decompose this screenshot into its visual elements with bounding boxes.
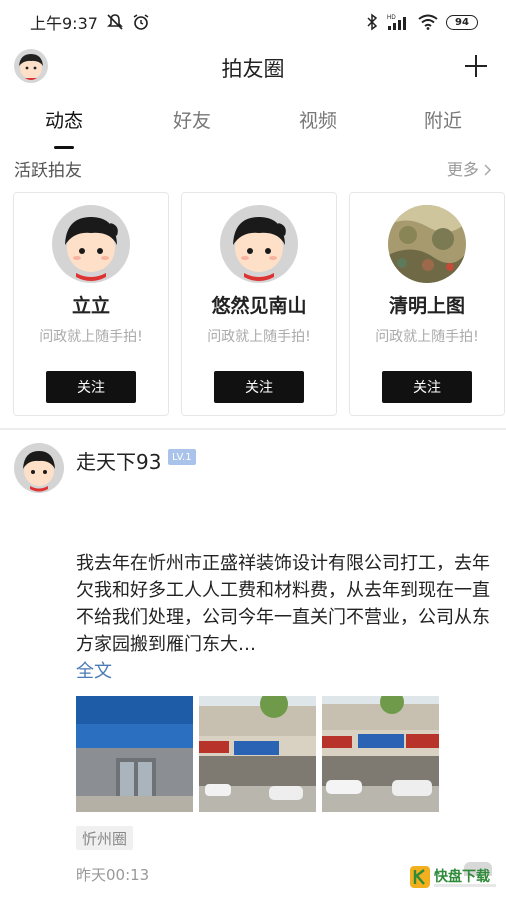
card-subtitle: 问政就上随手拍! xyxy=(39,329,143,345)
tab-nearby[interactable]: 附近 xyxy=(398,106,488,133)
post-text: 我去年在忻州市正盛祥装饰设计有限公司打工，去年欠我和好多工人人工费和材料费，从去… xyxy=(76,553,490,655)
wifi-icon xyxy=(418,14,438,30)
follow-button[interactable]: 关注 xyxy=(46,371,136,403)
svg-text:HD: HD xyxy=(387,15,396,21)
chevron-right-icon xyxy=(484,164,492,176)
card-subtitle: 问政就上随手拍! xyxy=(207,329,311,345)
status-bar: 上午9:37 HD 94 xyxy=(0,0,506,44)
battery-indicator: 94 xyxy=(446,14,478,30)
svg-text:快盘下载: 快盘下载 xyxy=(434,868,490,885)
card-name: 清明上图 xyxy=(388,295,465,317)
tab-videos[interactable]: 视频 xyxy=(273,106,363,133)
mute-icon xyxy=(107,14,123,30)
add-icon[interactable] xyxy=(460,50,492,82)
watermark-logo: 快盘下载 xyxy=(410,866,496,888)
post-author-avatar[interactable] xyxy=(14,443,64,493)
section-divider xyxy=(0,428,506,430)
photographer-card[interactable]: 清明上图 问政就上随手拍! 关注 xyxy=(349,192,505,416)
tab-friends[interactable]: 好友 xyxy=(147,106,237,133)
post-image[interactable] xyxy=(322,696,439,812)
alarm-icon xyxy=(133,14,149,30)
card-subtitle: 问政就上随手拍! xyxy=(375,329,479,345)
card-name: 立立 xyxy=(71,295,110,317)
user-avatar[interactable] xyxy=(14,49,48,83)
post-image[interactable] xyxy=(76,696,193,812)
bluetooth-icon xyxy=(367,13,378,31)
signal-icon: HD xyxy=(387,15,406,30)
post-timestamp: 昨天00:13 xyxy=(76,866,150,884)
avatar[interactable] xyxy=(52,205,130,283)
photographer-card[interactable]: 立立 问政就上随手拍! 关注 xyxy=(13,192,169,416)
read-more-link[interactable]: 全文 xyxy=(76,657,112,683)
tab-dynamics[interactable]: 动态 xyxy=(19,106,109,133)
app-header: 拍友圈 xyxy=(0,44,506,92)
active-tab-indicator xyxy=(54,146,74,149)
follow-button[interactable]: 关注 xyxy=(382,371,472,403)
follow-button[interactable]: 关注 xyxy=(214,371,304,403)
post-username[interactable]: 走天下93 xyxy=(76,446,161,475)
more-label: 更多 xyxy=(446,160,479,179)
avatar[interactable] xyxy=(388,205,466,283)
section-title: 活跃拍友 xyxy=(14,161,82,181)
photographer-card[interactable]: 悠然见南山 问政就上随手拍! 关注 xyxy=(181,192,337,416)
avatar[interactable] xyxy=(220,205,298,283)
active-photographers-header: 活跃拍友 更多 xyxy=(0,154,506,182)
location-tag[interactable]: 忻州圈 xyxy=(76,826,134,850)
level-badge: LV.1 xyxy=(168,449,196,465)
card-name: 悠然见南山 xyxy=(211,295,307,317)
tab-bar: 动态 好友 视频 附近 xyxy=(0,106,506,150)
status-time: 上午9:37 xyxy=(30,14,98,33)
post-image[interactable] xyxy=(199,696,316,812)
page-title: 拍友圈 xyxy=(221,57,285,81)
more-link[interactable]: 更多 xyxy=(447,156,492,180)
